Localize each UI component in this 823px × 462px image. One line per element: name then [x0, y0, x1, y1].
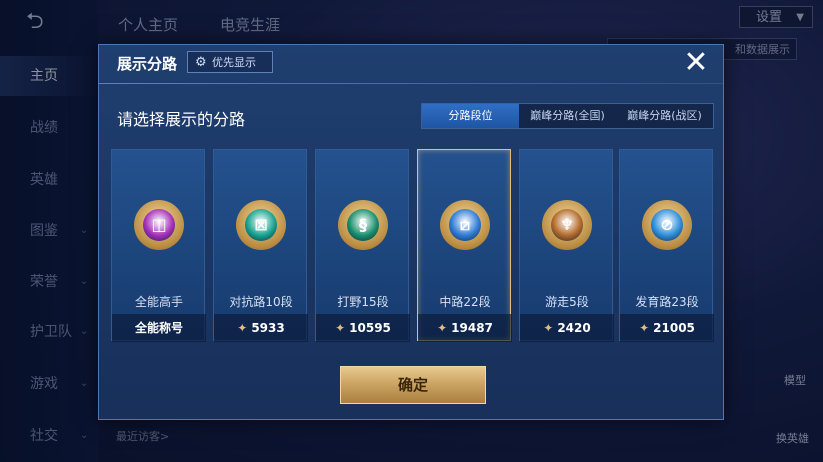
points-icon: ✦: [335, 321, 346, 335]
rank-badge-icon: §: [338, 200, 388, 250]
lane-card-name: 打野15段: [337, 295, 389, 309]
lane-card-value: 21005: [653, 321, 695, 335]
modal-title: 展示分路: [117, 55, 178, 73]
lane-card-name: 发育路23段: [635, 295, 699, 309]
lane-card-name: 对抗路10段: [229, 295, 293, 309]
lane-card[interactable]: ◫ 全能高手全能称号: [111, 149, 206, 342]
lane-card-footer: ✦ 2420: [520, 314, 614, 342]
lane-card[interactable]: ♆ 游走5段 ✦ 2420: [519, 149, 614, 342]
lane-card-footer: ✦ 19487: [418, 314, 512, 342]
close-icon[interactable]: ✕: [682, 48, 710, 78]
tab-peak-region[interactable]: 巅峰分路(战区): [616, 104, 713, 128]
lane-tabs: 分路段位 巅峰分路(全国) 巅峰分路(战区): [421, 103, 714, 129]
points-icon: ✦: [543, 321, 554, 335]
rank-badge-icon: ⊠: [236, 200, 286, 250]
lane-card-footer: ✦ 21005: [620, 314, 714, 342]
lane-card-name: 游走5段: [545, 295, 589, 309]
priority-label: 优先显示: [212, 56, 256, 69]
lane-card-footer: ✦ 5933: [214, 314, 308, 342]
lane-card-value: 全能称号: [134, 321, 183, 335]
lane-card-name: 中路22段: [439, 295, 491, 309]
lane-card[interactable]: ⊠ 对抗路10段 ✦ 5933: [213, 149, 308, 342]
lane-card-value: 5933: [251, 321, 285, 335]
tab-lane-rank[interactable]: 分路段位: [422, 104, 519, 128]
points-icon: ✦: [237, 321, 248, 335]
lane-cards: ◫ 全能高手 全能称号 ⊠ 对抗路10段 ✦ 5933 § 打野15段 ✦ 10595 ⧄ 中路22段 ✦…: [111, 149, 714, 342]
confirm-button[interactable]: 确定: [340, 366, 486, 404]
rank-badge-icon: ⧄: [440, 200, 490, 250]
tab-peak-national[interactable]: 巅峰分路(全国): [519, 104, 616, 128]
lane-card[interactable]: ⧄ 中路22段 ✦ 19487: [417, 149, 512, 342]
rank-badge-icon: ⊘: [642, 200, 692, 250]
rank-badge-icon: ◫: [134, 200, 184, 250]
lane-card[interactable]: ⊘ 发育路23段 ✦ 21005: [619, 149, 714, 342]
lane-display-modal: 展示分路 ⚙ 优先显示 ✕ 请选择展示的分路 分路段位 巅峰分路(全国) 巅峰分…: [98, 44, 724, 420]
lane-card[interactable]: § 打野15段 ✦ 10595: [315, 149, 410, 342]
lane-card-footer: 全能称号: [112, 314, 206, 342]
lane-card-value: 10595: [349, 321, 391, 335]
lane-card-footer: ✦ 10595: [316, 314, 410, 342]
gear-icon: ⚙: [195, 55, 207, 70]
priority-display-button[interactable]: ⚙ 优先显示: [187, 51, 273, 73]
rank-badge-icon: ♆: [542, 200, 592, 250]
points-icon: ✦: [639, 321, 650, 335]
points-icon: ✦: [437, 321, 448, 335]
lane-card-name: 全能高手: [134, 295, 183, 309]
divider: [99, 83, 723, 84]
lane-card-value: 2420: [557, 321, 591, 335]
lane-card-value: 19487: [451, 321, 493, 335]
modal-subtitle: 请选择展示的分路: [117, 110, 246, 129]
